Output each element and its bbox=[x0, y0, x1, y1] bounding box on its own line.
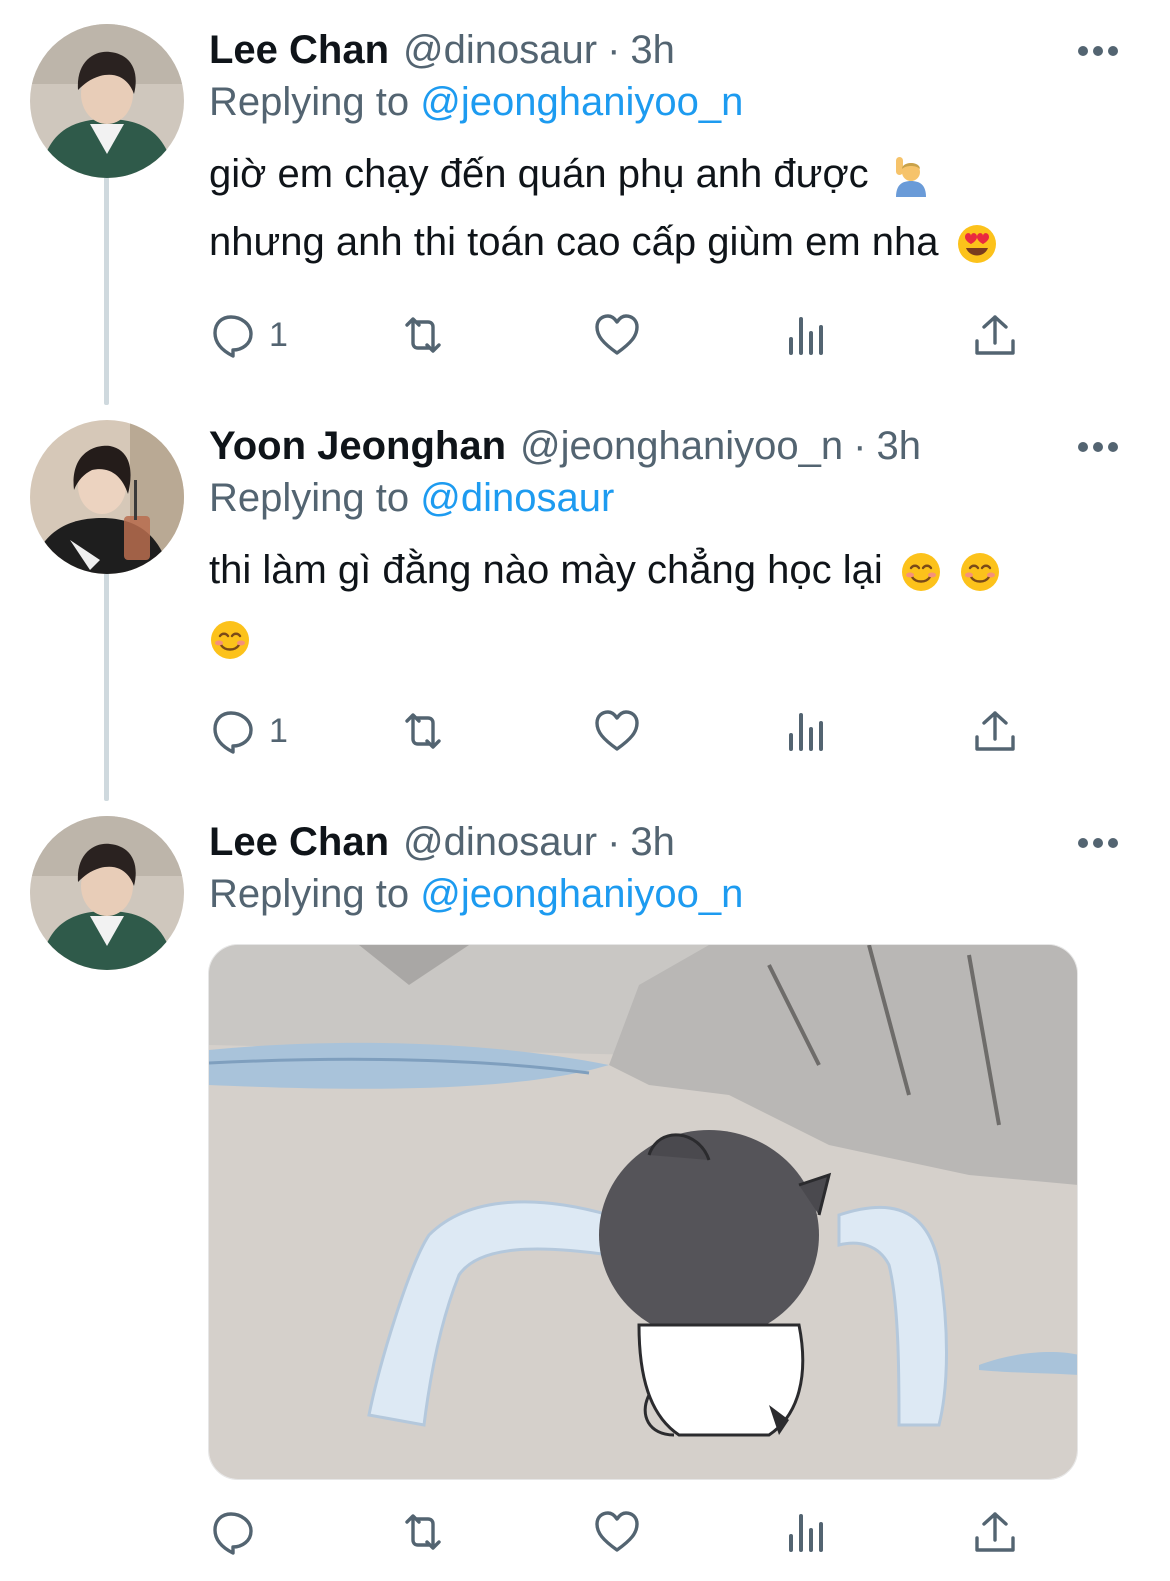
smiling-face-emoji-icon bbox=[901, 553, 940, 592]
mention-link[interactable]: @jeonghaniyoo_n bbox=[420, 872, 743, 916]
like-button[interactable] bbox=[593, 310, 641, 360]
tweet-text-line: nhưng anh thi toán cao cấp giùm em nha bbox=[209, 220, 939, 264]
reply-count: 1 bbox=[269, 315, 288, 354]
replying-to: Replying to @jeonghaniyoo_n bbox=[209, 872, 743, 917]
mention-link[interactable]: @jeonghaniyoo_n bbox=[420, 80, 743, 124]
views-button[interactable] bbox=[783, 310, 831, 360]
reply-button[interactable]: 1 bbox=[209, 706, 288, 756]
tweet[interactable]: Lee Chan @dinosaur · 3h Replying to @jeo… bbox=[0, 802, 1170, 1581]
tweet-text-line: giờ em chạy đến quán phụ anh được bbox=[209, 152, 869, 196]
timestamp[interactable]: 3h bbox=[876, 424, 921, 469]
retweet-icon bbox=[405, 317, 441, 353]
share-icon bbox=[975, 315, 1015, 355]
user-handle[interactable]: @dinosaur bbox=[403, 28, 597, 73]
timestamp[interactable]: 3h bbox=[630, 820, 675, 865]
avatar[interactable] bbox=[30, 24, 184, 178]
retweet-button[interactable] bbox=[399, 706, 447, 756]
tweet-actions bbox=[209, 1507, 1029, 1557]
display-name[interactable]: Lee Chan bbox=[209, 820, 389, 865]
views-icon bbox=[789, 1514, 823, 1552]
reply-count: 1 bbox=[269, 711, 288, 750]
user-handle[interactable]: @dinosaur bbox=[403, 820, 597, 865]
avatar[interactable] bbox=[30, 420, 184, 574]
more-icon[interactable] bbox=[1078, 440, 1118, 454]
tweet-header: Lee Chan @dinosaur · 3h bbox=[209, 820, 675, 866]
smiling-face-emoji-icon bbox=[961, 553, 999, 592]
replying-to-label: Replying to bbox=[209, 80, 410, 124]
tweet-actions: 1 bbox=[209, 310, 1029, 360]
reply-icon bbox=[213, 1512, 253, 1555]
retweet-icon bbox=[405, 1514, 441, 1550]
views-button[interactable] bbox=[783, 1507, 831, 1557]
display-name[interactable]: Yoon Jeonghan bbox=[209, 424, 506, 469]
heart-eyes-emoji-icon bbox=[957, 225, 996, 264]
share-button[interactable] bbox=[971, 1507, 1019, 1557]
heart-icon bbox=[595, 314, 639, 355]
smiling-face-emoji-icon bbox=[211, 621, 249, 660]
heart-icon bbox=[595, 1511, 639, 1552]
replying-to-label: Replying to bbox=[209, 476, 410, 520]
reply-button[interactable]: 1 bbox=[209, 310, 288, 360]
views-icon bbox=[789, 317, 823, 355]
share-icon bbox=[975, 1512, 1015, 1552]
like-button[interactable] bbox=[593, 706, 641, 756]
user-handle[interactable]: @jeonghaniyoo_n bbox=[520, 424, 843, 469]
separator: · bbox=[607, 820, 621, 864]
media-image[interactable] bbox=[208, 944, 1078, 1480]
more-icon[interactable] bbox=[1078, 44, 1118, 58]
reply-button[interactable] bbox=[209, 1507, 269, 1557]
tweet[interactable]: Yoon Jeonghan @jeonghaniyoo_n · 3h Reply… bbox=[0, 406, 1170, 796]
separator: · bbox=[607, 28, 621, 72]
share-button[interactable] bbox=[971, 706, 1019, 756]
retweet-icon bbox=[405, 713, 441, 749]
reply-icon bbox=[213, 711, 253, 754]
retweet-button[interactable] bbox=[399, 1507, 447, 1557]
tweet-actions: 1 bbox=[209, 706, 1029, 756]
views-icon bbox=[789, 713, 823, 751]
retweet-button[interactable] bbox=[399, 310, 447, 360]
separator: · bbox=[853, 424, 867, 468]
replying-to: Replying to @jeonghaniyoo_n bbox=[209, 80, 743, 125]
more-icon[interactable] bbox=[1078, 836, 1118, 850]
timestamp[interactable]: 3h bbox=[630, 28, 675, 73]
tweet[interactable]: Lee Chan @dinosaur · 3h Replying to @jeo… bbox=[0, 10, 1170, 400]
tweet-header: Yoon Jeonghan @jeonghaniyoo_n · 3h bbox=[209, 424, 921, 470]
replying-to-label: Replying to bbox=[209, 872, 410, 916]
share-button[interactable] bbox=[971, 310, 1019, 360]
like-button[interactable] bbox=[593, 1507, 641, 1557]
share-icon bbox=[975, 711, 1015, 751]
tweet-text-line: thi làm gì đằng nào mày chẳng học lại bbox=[209, 548, 883, 592]
replying-to: Replying to @dinosaur bbox=[209, 476, 614, 521]
reply-icon bbox=[213, 315, 253, 358]
person-raising-hand-emoji-icon bbox=[895, 157, 926, 198]
mention-link[interactable]: @dinosaur bbox=[420, 476, 614, 520]
heart-icon bbox=[595, 710, 639, 751]
views-button[interactable] bbox=[783, 706, 831, 756]
tweet-text: giờ em chạy đến quán phụ anh được nhưng … bbox=[209, 140, 1109, 276]
display-name[interactable]: Lee Chan bbox=[209, 28, 389, 73]
tweet-text: thi làm gì đằng nào mày chẳng học lại bbox=[209, 536, 1109, 672]
avatar[interactable] bbox=[30, 816, 184, 970]
tweet-header: Lee Chan @dinosaur · 3h bbox=[209, 28, 675, 74]
